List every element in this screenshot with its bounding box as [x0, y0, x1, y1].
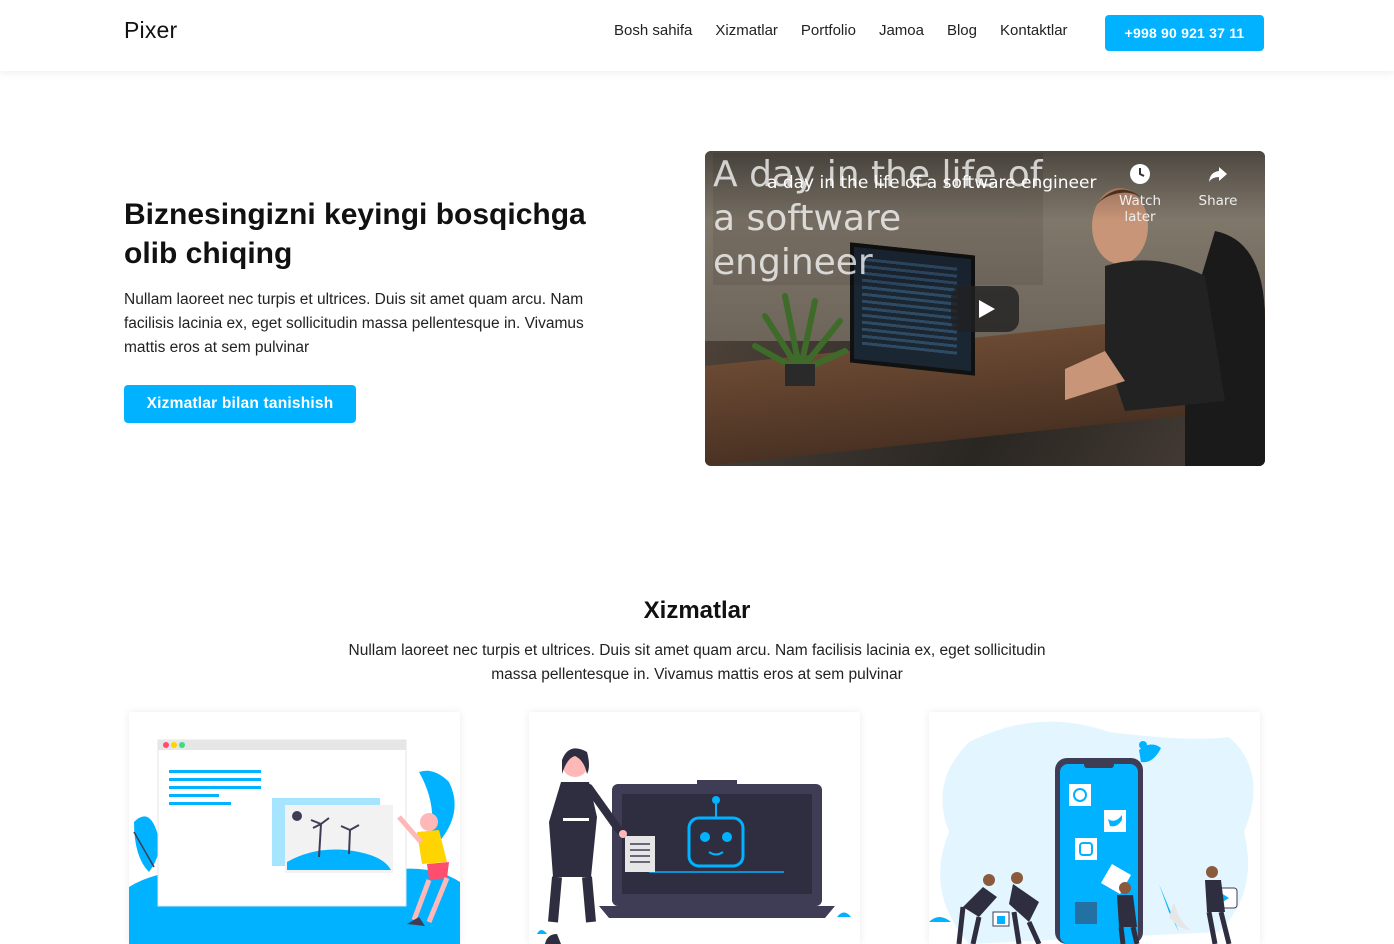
services-cta-button[interactable]: Xizmatlar bilan tanishish	[124, 385, 356, 423]
service-card-smm[interactable]	[929, 712, 1260, 944]
share-label: Share	[1198, 193, 1238, 209]
nav-link-xizmatlar[interactable]: Xizmatlar	[715, 22, 778, 39]
watch-later-button[interactable]: Watch later	[1103, 163, 1177, 225]
nav-link-portfolio[interactable]: Portfolio	[801, 22, 856, 39]
nav-link-jamoa[interactable]: Jamoa	[879, 22, 924, 39]
share-button[interactable]: Share	[1193, 163, 1243, 209]
nav-link-blog[interactable]: Blog	[947, 22, 977, 39]
service-card-web-design[interactable]	[129, 712, 460, 944]
web-design-illustration	[129, 739, 460, 944]
chatbot-illustration	[537, 748, 851, 944]
nav-link-bosh-sahifa[interactable]: Bosh sahifa	[614, 22, 692, 39]
hero-text: Nullam laoreet nec turpis et ultrices. D…	[124, 291, 584, 356]
service-card-chatbot[interactable]	[529, 712, 860, 944]
clock-icon	[1130, 164, 1150, 184]
services-text: Nullam laoreet nec turpis et ultrices. D…	[348, 642, 1046, 683]
hero-title: Biznesingizni keyingi bosqichga olib chi…	[124, 198, 586, 270]
play-button[interactable]	[951, 286, 1019, 332]
watch-later-label: Watch later	[1118, 193, 1162, 225]
video-title[interactable]: a day in the life of a software engineer	[767, 173, 1096, 193]
main-nav: Bosh sahifa Xizmatlar Portfolio Jamoa Bl…	[614, 22, 1091, 39]
share-icon	[1209, 167, 1227, 182]
site-header: Pixer Bosh sahifa Xizmatlar Portfolio Ja…	[0, 0, 1394, 71]
social-media-illustration	[929, 721, 1254, 944]
plant-image	[752, 293, 848, 386]
phone-button[interactable]: +998 90 921 37 11	[1105, 15, 1264, 51]
logo[interactable]: Pixer	[124, 17, 177, 44]
video-player[interactable]: A day in the life of a software engineer…	[705, 151, 1265, 466]
nav-link-kontaktlar[interactable]: Kontaktlar	[1000, 22, 1068, 39]
services-title: Xizmatlar	[643, 597, 751, 624]
